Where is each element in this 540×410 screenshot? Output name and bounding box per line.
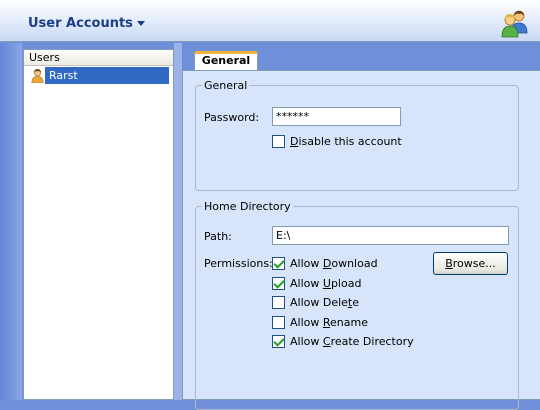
allow-delete-checkbox[interactable]: Allow Delete — [272, 296, 382, 310]
permissions-label: Permissions: — [204, 257, 273, 270]
left-navigation-strip — [0, 43, 22, 400]
allow-rename-checkbox[interactable]: Allow Rename — [272, 316, 382, 330]
user-icon — [31, 68, 44, 83]
general-group: General Password: ****** Disable this ac… — [195, 79, 519, 191]
path-field[interactable]: E:\ — [272, 226, 509, 245]
password-field[interactable]: ****** — [272, 107, 401, 126]
checkbox-box — [272, 257, 285, 270]
tab-general[interactable]: General — [194, 51, 258, 71]
list-item[interactable]: Rarst — [24, 67, 173, 84]
header-title: User Accounts — [28, 16, 133, 31]
home-directory-group: Home Directory Path: E:\ Permissions: Br… — [195, 200, 519, 410]
disable-account-label: Disable this account — [290, 135, 402, 148]
panel-divider — [174, 43, 182, 400]
allow-create-directory-checkbox[interactable]: Allow Create Directory — [272, 335, 414, 349]
browse-button[interactable]: Browse... — [433, 252, 508, 275]
users-list[interactable]: Users Rarst — [23, 49, 174, 400]
general-group-legend: General — [204, 79, 248, 92]
checkbox-box — [272, 277, 285, 290]
users-icon — [501, 10, 528, 38]
users-column-header[interactable]: Users — [24, 50, 173, 66]
allow-download-label: Allow Download — [290, 257, 378, 270]
allow-upload-checkbox[interactable]: Allow Upload — [272, 277, 382, 291]
checkbox-box — [272, 296, 285, 309]
allow-upload-label: Allow Upload — [290, 277, 362, 290]
allow-delete-label: Allow Delete — [290, 296, 360, 309]
disable-account-checkbox[interactable]: Disable this account — [272, 135, 402, 149]
allow-rename-label: Allow Rename — [290, 316, 368, 329]
checkbox-box — [272, 335, 285, 348]
home-directory-legend: Home Directory — [204, 200, 291, 213]
user-name: Rarst — [49, 69, 78, 82]
header-bar: User Accounts — [0, 0, 540, 42]
allow-download-checkbox[interactable]: Allow Download — [272, 257, 382, 271]
path-label: Path: — [204, 230, 232, 243]
checkbox-box — [272, 135, 285, 148]
password-label: Password: — [204, 111, 260, 124]
user-accounts-menu[interactable]: User Accounts — [28, 16, 145, 31]
tab-content: General Password: ****** Disable this ac… — [182, 70, 540, 410]
checkbox-box — [272, 316, 285, 329]
allow-create-directory-label: Allow Create Directory — [290, 335, 414, 348]
chevron-down-icon — [136, 21, 145, 26]
